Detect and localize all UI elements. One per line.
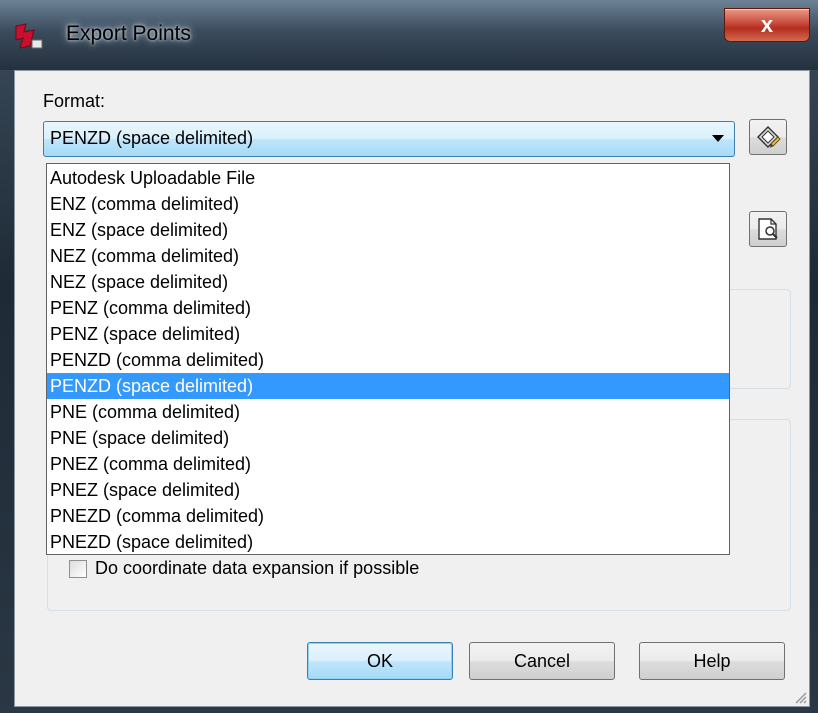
resize-grip-icon[interactable] bbox=[791, 688, 807, 704]
format-option[interactable]: Autodesk Uploadable File bbox=[47, 165, 729, 191]
format-option[interactable]: PENZ (comma delimited) bbox=[47, 295, 729, 321]
format-option[interactable]: ENZ (comma delimited) bbox=[47, 191, 729, 217]
help-button[interactable]: Help bbox=[639, 642, 785, 680]
format-selected-value: PENZD (space delimited) bbox=[50, 128, 254, 148]
close-button[interactable]: x bbox=[724, 8, 810, 42]
format-option[interactable]: ENZ (space delimited) bbox=[47, 217, 729, 243]
format-option[interactable]: PENZ (space delimited) bbox=[47, 321, 729, 347]
format-option[interactable]: PNEZ (space delimited) bbox=[47, 477, 729, 503]
title-bar[interactable]: Export Points x bbox=[0, 0, 818, 70]
format-option[interactable]: NEZ (comma delimited) bbox=[47, 243, 729, 269]
format-option[interactable]: PNE (comma delimited) bbox=[47, 399, 729, 425]
chevron-down-icon bbox=[712, 135, 724, 142]
coordinate-expansion-label: Do coordinate data expansion if possible bbox=[95, 558, 420, 578]
point-file-format-button[interactable] bbox=[749, 119, 787, 155]
browse-button[interactable] bbox=[749, 211, 787, 247]
format-option[interactable]: PENZD (space delimited) bbox=[47, 373, 729, 399]
app-icon bbox=[14, 22, 44, 50]
ok-button[interactable]: OK bbox=[307, 642, 453, 680]
format-dropdown-list[interactable]: Autodesk Uploadable File ENZ (comma delim… bbox=[46, 163, 730, 555]
format-option[interactable]: PNE (space delimited) bbox=[47, 425, 729, 451]
format-option[interactable]: PNEZ (comma delimited) bbox=[47, 451, 729, 477]
format-option[interactable]: NEZ (space delimited) bbox=[47, 269, 729, 295]
format-option[interactable]: PNEZD (comma delimited) bbox=[47, 503, 729, 529]
cancel-button[interactable]: Cancel bbox=[469, 642, 615, 680]
coordinate-expansion-checkbox[interactable] bbox=[69, 560, 87, 578]
format-label: Format: bbox=[43, 91, 106, 111]
format-option[interactable]: PENZD (comma delimited) bbox=[47, 347, 729, 373]
format-dropdown[interactable]: PENZD (space delimited) bbox=[43, 121, 735, 157]
format-option[interactable]: PNEZD (space delimited) bbox=[47, 529, 729, 555]
close-icon: x bbox=[760, 12, 774, 37]
window-title: Export Points bbox=[66, 22, 191, 45]
